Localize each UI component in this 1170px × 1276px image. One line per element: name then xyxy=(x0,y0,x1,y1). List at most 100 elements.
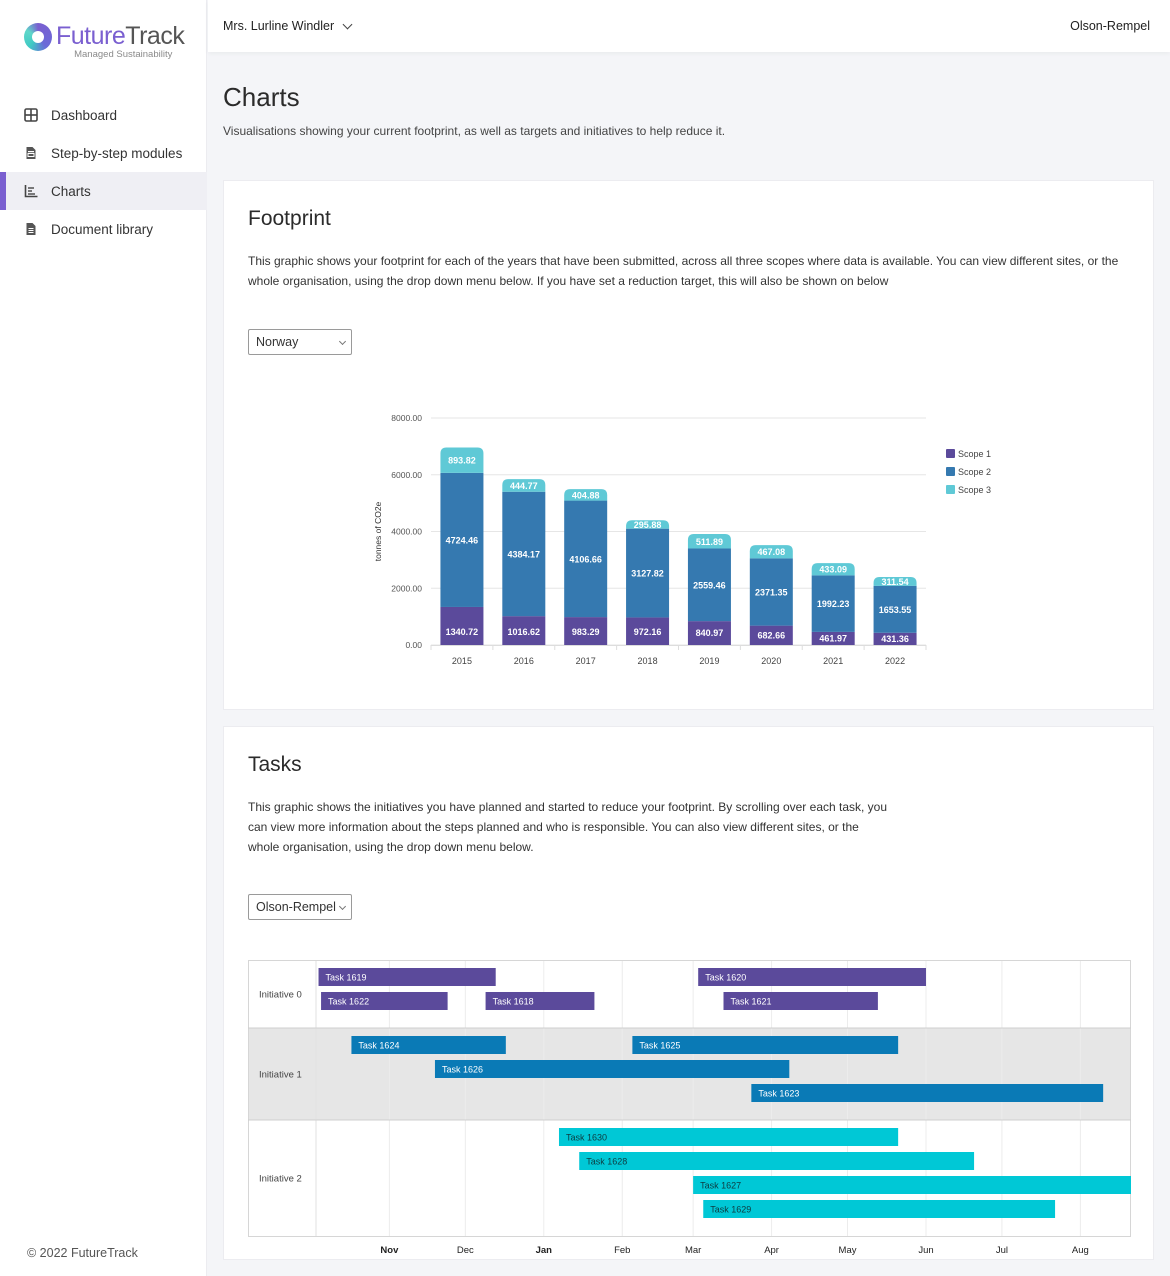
data-label: 3127.82 xyxy=(631,569,664,579)
data-label: 4384.17 xyxy=(508,549,541,559)
data-label: 840.97 xyxy=(696,628,724,638)
initiative-label: Initiative 0 xyxy=(259,990,302,1001)
data-label: 972.16 xyxy=(634,627,662,637)
data-label: 1653.55 xyxy=(879,605,912,615)
sidebar-item-step-by-step-modules[interactable]: Step-by-step modules xyxy=(0,134,207,172)
legend-label: Scope 3 xyxy=(958,485,991,495)
chevron-down-icon xyxy=(342,19,353,29)
data-label: 433.09 xyxy=(819,565,847,575)
task-bar xyxy=(703,1200,1056,1218)
task-label: Task 1625 xyxy=(639,1041,680,1051)
copyright: © 2022 FutureTrack xyxy=(27,1246,138,1260)
x-tick-label: 2018 xyxy=(638,656,658,666)
task-bar xyxy=(579,1152,975,1170)
brand-tagline: Managed Sustainability xyxy=(74,49,173,60)
tasks-gantt-chart: Nov2021DecJan2022FebMarAprMayJunJulAugIn… xyxy=(248,960,1131,1256)
x-tick-label: 2017 xyxy=(576,656,596,666)
x-tick-label: 2020 xyxy=(761,656,781,666)
sidebar-item-charts[interactable]: Charts xyxy=(0,172,207,210)
logo[interactable]: FutureTrack Managed Sustainability xyxy=(24,22,185,60)
x-tick-label: Jan xyxy=(536,1245,553,1256)
data-label: 1992.23 xyxy=(817,599,850,609)
x-tick-label: May xyxy=(839,1245,857,1256)
task-bar xyxy=(751,1084,1104,1102)
brand-part-1: Future xyxy=(56,22,126,50)
y-tick-label: 0.00 xyxy=(405,640,422,650)
sidebar-item-dashboard[interactable]: Dashboard xyxy=(0,96,207,134)
x-tick-label: Jul xyxy=(996,1245,1008,1256)
legend-label: Scope 1 xyxy=(958,449,991,459)
user-menu[interactable]: Mrs. Lurline Windler xyxy=(223,19,353,33)
task-label: Task 1626 xyxy=(442,1065,483,1075)
data-label: 461.97 xyxy=(819,633,847,643)
legend-label: Scope 2 xyxy=(958,467,991,477)
data-label: 467.08 xyxy=(758,547,786,557)
top-bar: Mrs. Lurline Windler Olson-Rempel xyxy=(208,0,1170,52)
tasks-site-value: Olson-Rempel xyxy=(256,900,336,914)
data-label: 511.89 xyxy=(696,537,723,547)
tasks-title: Tasks xyxy=(248,753,302,776)
sidebar: FutureTrack Managed Sustainability Dashb… xyxy=(0,0,207,1276)
sidebar-item-label: Step-by-step modules xyxy=(51,145,183,161)
sidebar-nav: Dashboard Step-by-step modules Charts Do… xyxy=(0,96,207,248)
legend-swatch xyxy=(946,467,955,476)
y-tick-label: 6000.00 xyxy=(391,470,422,480)
data-label: 983.29 xyxy=(572,627,600,637)
chevron-down-icon xyxy=(338,337,347,346)
grid-icon xyxy=(24,108,38,122)
task-label: Task 1619 xyxy=(326,973,367,983)
x-tick-label: Nov xyxy=(380,1245,399,1256)
y-axis-label: tonnes of CO2e xyxy=(373,501,383,561)
document-icon xyxy=(26,223,36,235)
organisation-name: Olson-Rempel xyxy=(1070,19,1150,33)
tasks-site-select[interactable]: Olson-Rempel xyxy=(248,894,352,920)
footprint-site-select[interactable]: Norway xyxy=(248,329,352,355)
tasks-description: This graphic shows the initiatives you h… xyxy=(248,800,888,854)
tasks-card: Tasks This graphic shows the initiatives… xyxy=(223,726,1154,1260)
footprint-card: Footprint This graphic shows your footpr… xyxy=(223,180,1154,710)
sidebar-item-label: Dashboard xyxy=(51,107,118,123)
legend-swatch xyxy=(946,449,955,458)
data-label: 1016.62 xyxy=(508,627,541,637)
data-label: 2559.46 xyxy=(693,580,726,590)
y-tick-label: 2000.00 xyxy=(391,583,422,593)
sidebar-item-label: Document library xyxy=(51,221,154,237)
data-label: 4724.46 xyxy=(446,535,479,545)
chevron-down-icon xyxy=(338,902,347,911)
user-name: Mrs. Lurline Windler xyxy=(223,19,335,33)
task-label: Task 1623 xyxy=(758,1089,799,1099)
footprint-description: This graphic shows your footprint for ea… xyxy=(248,254,1119,288)
x-tick-label: 2015 xyxy=(452,656,472,666)
task-bar xyxy=(434,1060,790,1078)
y-tick-label: 8000.00 xyxy=(391,413,422,423)
footprint-title: Footprint xyxy=(248,207,331,230)
task-label: Task 1624 xyxy=(358,1041,399,1051)
data-label: 893.82 xyxy=(448,456,476,466)
x-tick-label: 2022 xyxy=(885,656,905,666)
footprint-site-value: Norway xyxy=(256,335,299,349)
x-tick-label: 2021 xyxy=(823,656,843,666)
data-label: 682.66 xyxy=(758,630,786,640)
page-title: Charts xyxy=(223,82,300,112)
task-label: Task 1618 xyxy=(493,997,534,1007)
x-tick-label: Jun xyxy=(918,1245,933,1256)
task-label: Task 1630 xyxy=(566,1133,607,1143)
x-tick-label: Feb xyxy=(614,1245,630,1256)
data-label: 431.36 xyxy=(881,634,909,644)
data-label: 444.77 xyxy=(510,481,538,491)
initiative-label: Initiative 1 xyxy=(259,1070,302,1081)
sidebar-item-document-library[interactable]: Document library xyxy=(0,210,207,248)
x-tick-label: Apr xyxy=(764,1245,779,1256)
x-tick-label: 2016 xyxy=(514,656,534,666)
bar-chart-icon xyxy=(24,185,38,198)
task-label: Task 1620 xyxy=(705,973,746,983)
sidebar-item-label: Charts xyxy=(51,183,91,199)
x-tick-label: Dec xyxy=(457,1245,474,1256)
data-label: 4106.66 xyxy=(569,554,602,564)
data-label: 1340.72 xyxy=(446,627,479,637)
footprint-chart: 0.00 2000.00 4000.00 6000.00 8000.00 tonnes o… xyxy=(373,413,991,666)
task-bar xyxy=(693,1176,1131,1194)
data-label: 404.88 xyxy=(572,490,600,500)
logo-ring-icon xyxy=(24,22,52,51)
task-label: Task 1629 xyxy=(710,1205,751,1215)
